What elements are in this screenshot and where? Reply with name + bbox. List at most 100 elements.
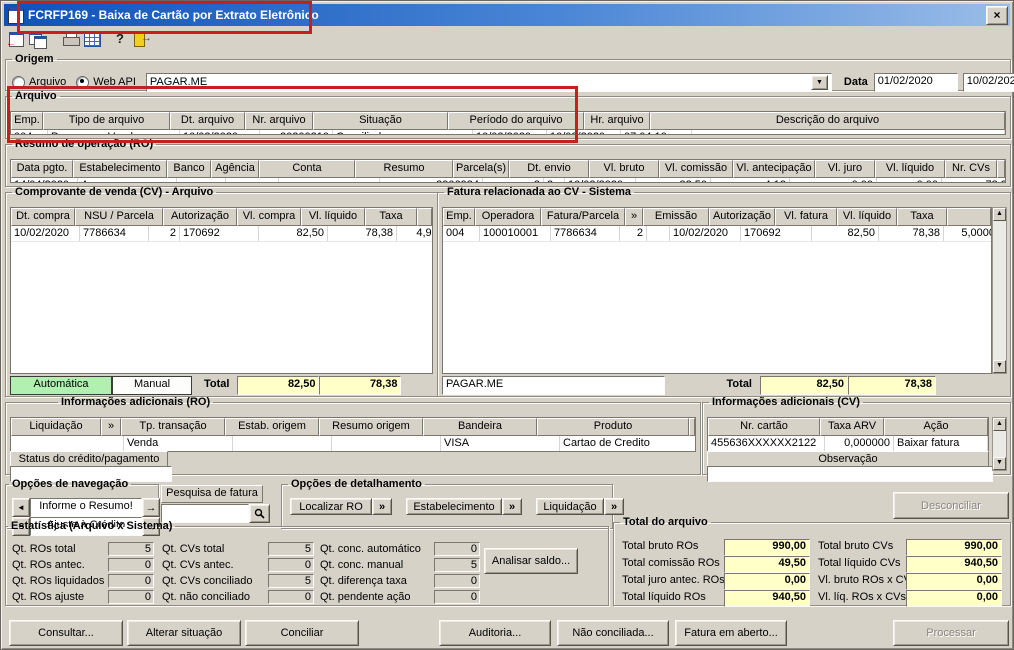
date-to-field[interactable]: 10/02/2020 (962, 72, 1014, 92)
green-arrow-glyph: → (141, 32, 152, 44)
stat-value: 0 (108, 590, 154, 604)
source-combobox[interactable]: PAGAR.ME ▼ (145, 72, 832, 92)
exit-icon[interactable]: → (131, 30, 152, 48)
cell-tipo-arquivo: Pagar.me - Venda (48, 130, 180, 134)
print-icon[interactable] (60, 30, 81, 48)
estatistica-groupbox: Estatística (Arquivo x Sistema) Qt. ROs … (5, 520, 609, 606)
info-ro-groupbox: Informações adicionais (RO) Liquidação »… (5, 396, 701, 482)
total-value: 0,00 (724, 573, 810, 590)
prev-resumo-button[interactable]: ◄ (12, 498, 30, 517)
fatura-groupbox: Fatura relacionada ao CV - Sistema Emp. … (437, 186, 1011, 397)
fatura-footer: PAGAR.ME Total 82,50 78,38 (442, 376, 992, 395)
detalhamento-legend: Opções de detalhamento (291, 478, 422, 490)
scroll-up-button[interactable]: ▲ (993, 208, 1006, 221)
col-header-tipo-arquivo: Tipo de arquivo (43, 112, 170, 130)
col-header-tp-transacao: Tp. transação (121, 418, 225, 436)
cell-emp: 004 (11, 130, 48, 134)
cell-produto: Cartao de Credito (560, 436, 695, 451)
resumo-nav-field[interactable]: Informe o Resumo! (30, 498, 142, 517)
fatura-em-aberto-button[interactable]: Fatura em aberto... (675, 620, 787, 646)
next-resumo-button[interactable]: → (142, 498, 160, 517)
radio-circle-checked (76, 75, 90, 89)
cell-periodo-fim: 10/02/2020 (547, 130, 621, 134)
liquidacao-expand-button[interactable]: » (604, 498, 624, 515)
toolbar-spacer (48, 30, 60, 48)
stat-label: Qt. conc. automático (320, 543, 421, 555)
grid-glyph (84, 33, 101, 47)
stat-value: 5 (268, 542, 314, 556)
col-header-banco: Banco (167, 160, 211, 178)
arquivo-groupbox: Arquivo Emp. Tipo de arquivo Dt. arquivo… (5, 90, 1011, 139)
col-header-bandeira: Bandeira (423, 418, 537, 436)
app-icon (8, 6, 24, 24)
radio-web-api[interactable]: Web API (76, 75, 136, 89)
cv-total-compra: 82,50 (237, 376, 320, 395)
fatura-grid-header: Emp. Operadora Fatura/Parcela » Emissão … (443, 208, 991, 226)
date-from-field[interactable]: 01/02/2020 (873, 72, 958, 92)
nao-conciliada-button[interactable]: Não conciliada... (557, 620, 669, 646)
analisar-saldo-button[interactable]: Analisar saldo... (484, 548, 578, 574)
cell-autorizacao: 170692 (741, 226, 812, 241)
operadora-search-field[interactable]: PAGAR.ME (442, 376, 665, 395)
cell-tp-transacao: Venda (124, 436, 233, 451)
cell-vl-liquido: 78,38 (328, 226, 397, 241)
cell-vl-antecipacao: 0,00 (790, 178, 877, 182)
localizar-ro-expand-button[interactable]: » (372, 498, 392, 515)
help-icon[interactable]: ? (110, 30, 131, 48)
total-label: Total líquido ROs (622, 591, 706, 603)
processar-button[interactable]: Processar (893, 620, 1009, 646)
cv-row[interactable]: 10/02/2020 7786634 2 170692 82,50 78,38 … (11, 226, 432, 242)
localizar-ro-button[interactable]: Localizar RO (290, 498, 372, 515)
conciliar-button[interactable]: Conciliar (245, 620, 359, 646)
automatica-toggle-button[interactable]: Automática (10, 376, 112, 395)
stat-label: Qt. ROs antec. (12, 559, 85, 571)
estabelecimento-button[interactable]: Estabelecimento (406, 498, 502, 515)
liquidacao-expand-button[interactable]: » (101, 418, 121, 436)
total-value: 990,00 (906, 539, 1002, 556)
estabelecimento-expand-button[interactable]: » (502, 498, 522, 515)
fatura-expand-header-button[interactable]: » (625, 208, 643, 226)
total-label: Total comissão ROs (622, 557, 720, 569)
col-header-vl-compra: Vl. compra (237, 208, 301, 226)
cell-fatura: 7786634 (551, 226, 620, 241)
scroll-down-button[interactable]: ▼ (993, 360, 1006, 373)
arquivo-legend: Arquivo (15, 90, 57, 102)
ro-row[interactable]: 14/04/2020 4 8906984 2 2 10/02/2020 82,5… (11, 178, 1005, 182)
cell-hr-arquivo: 07:04:10 (621, 130, 692, 134)
cell-agencia (226, 178, 279, 182)
info-cv-grid-header: Nr. cartão Taxa ARV Ação (708, 418, 988, 436)
liquidacao-button[interactable]: Liquidação (536, 498, 604, 515)
stat-value: 5 (434, 558, 480, 572)
col-header-vl-liquido: Vl. líquido (875, 160, 945, 178)
col-header-nr-cartao: Nr. cartão (708, 418, 820, 436)
auditoria-button[interactable]: Auditoria... (439, 620, 551, 646)
combo-dropdown-button[interactable]: ▼ (810, 74, 828, 90)
manual-toggle-button[interactable]: Manual (112, 376, 192, 395)
alterar-situacao-button[interactable]: Alterar situação (127, 620, 241, 646)
fatura-row[interactable]: 004 100010001 7786634 2 10/02/2020 17069… (443, 226, 991, 242)
cell-expand (647, 226, 670, 241)
info-cv-scrollbar[interactable]: ▲ ▼ (992, 417, 1007, 471)
close-form-icon[interactable]: ← (6, 30, 27, 49)
cell-vl-liquido: 78,38 (942, 178, 1005, 182)
col-header-emissao: Emissão (643, 208, 709, 226)
arquivo-row[interactable]: 004 Pagar.me - Venda 10/02/2020 20200210… (11, 130, 1005, 134)
cell-vl-bruto: 82,50 (636, 178, 711, 182)
fatura-scrollbar[interactable]: ▲ ▼ (992, 207, 1007, 374)
grid-icon[interactable] (81, 30, 102, 48)
forms-icon[interactable] (27, 30, 48, 49)
estatistica-col1: Qt. ROs total 5 Qt. ROs antec. 0 Qt. ROs l… (12, 542, 154, 606)
consultar-button[interactable]: Consultar... (9, 620, 123, 646)
close-button[interactable]: × (986, 5, 1008, 25)
navegacao-legend: Opções de navegação (12, 478, 129, 490)
desconciliar-button[interactable]: Desconciliar (893, 492, 1009, 519)
stat-label: Qt. diferença taxa (320, 575, 407, 587)
scroll-up-button[interactable]: ▲ (993, 418, 1006, 431)
cell-vl-compra: 82,50 (259, 226, 328, 241)
radio-arquivo[interactable]: Arquivo (12, 75, 66, 89)
stat-label: Qt. ROs ajuste (12, 591, 85, 603)
col-header-vl-comissao: Vl. comissão (659, 160, 733, 178)
scroll-down-button[interactable]: ▼ (993, 457, 1006, 470)
total-arquivo-groupbox: Total do arquivo Total bruto ROs 990,00 T… (613, 516, 1011, 607)
window-title: FCRFP169 - Baixa de Cartão por Extrato E… (28, 8, 319, 22)
